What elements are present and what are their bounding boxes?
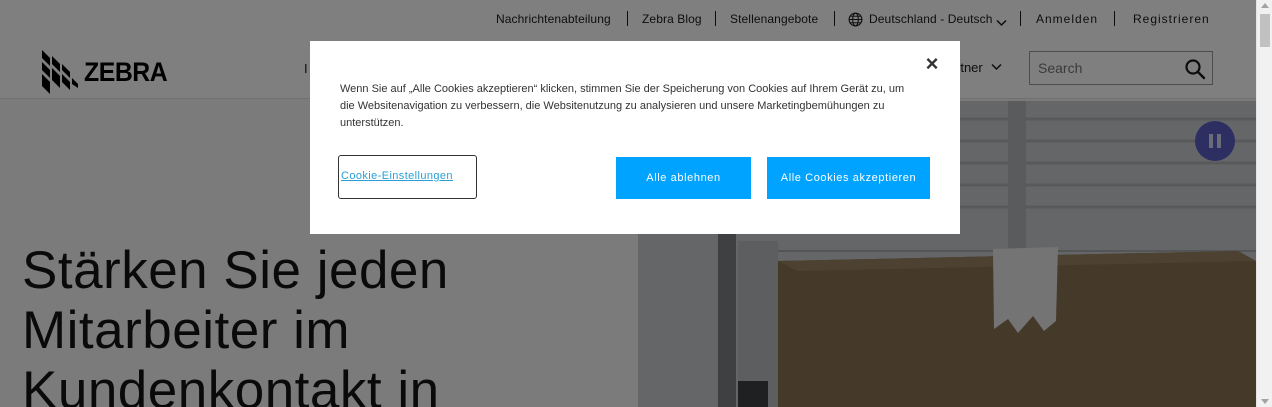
- reject-all-button[interactable]: Alle ablehnen: [616, 157, 751, 199]
- close-icon[interactable]: ×: [922, 53, 942, 75]
- scrollbar[interactable]: [1256, 0, 1272, 407]
- cookie-consent-dialog: × Wenn Sie auf „Alle Cookies akzeptieren…: [310, 41, 960, 234]
- cookie-consent-text: Wenn Sie auf „Alle Cookies akzeptieren“ …: [340, 83, 905, 129]
- scroll-thumb[interactable]: [1260, 14, 1270, 47]
- cookie-settings-button[interactable]: Cookie-Einstellungen: [338, 155, 477, 199]
- accept-all-cookies-button[interactable]: Alle Cookies akzeptieren: [767, 157, 930, 199]
- scroll-up-arrow-icon[interactable]: [1261, 3, 1269, 8]
- cookie-settings-label: Cookie-Einstellungen: [341, 170, 453, 182]
- scroll-down-arrow-icon[interactable]: [1261, 399, 1269, 404]
